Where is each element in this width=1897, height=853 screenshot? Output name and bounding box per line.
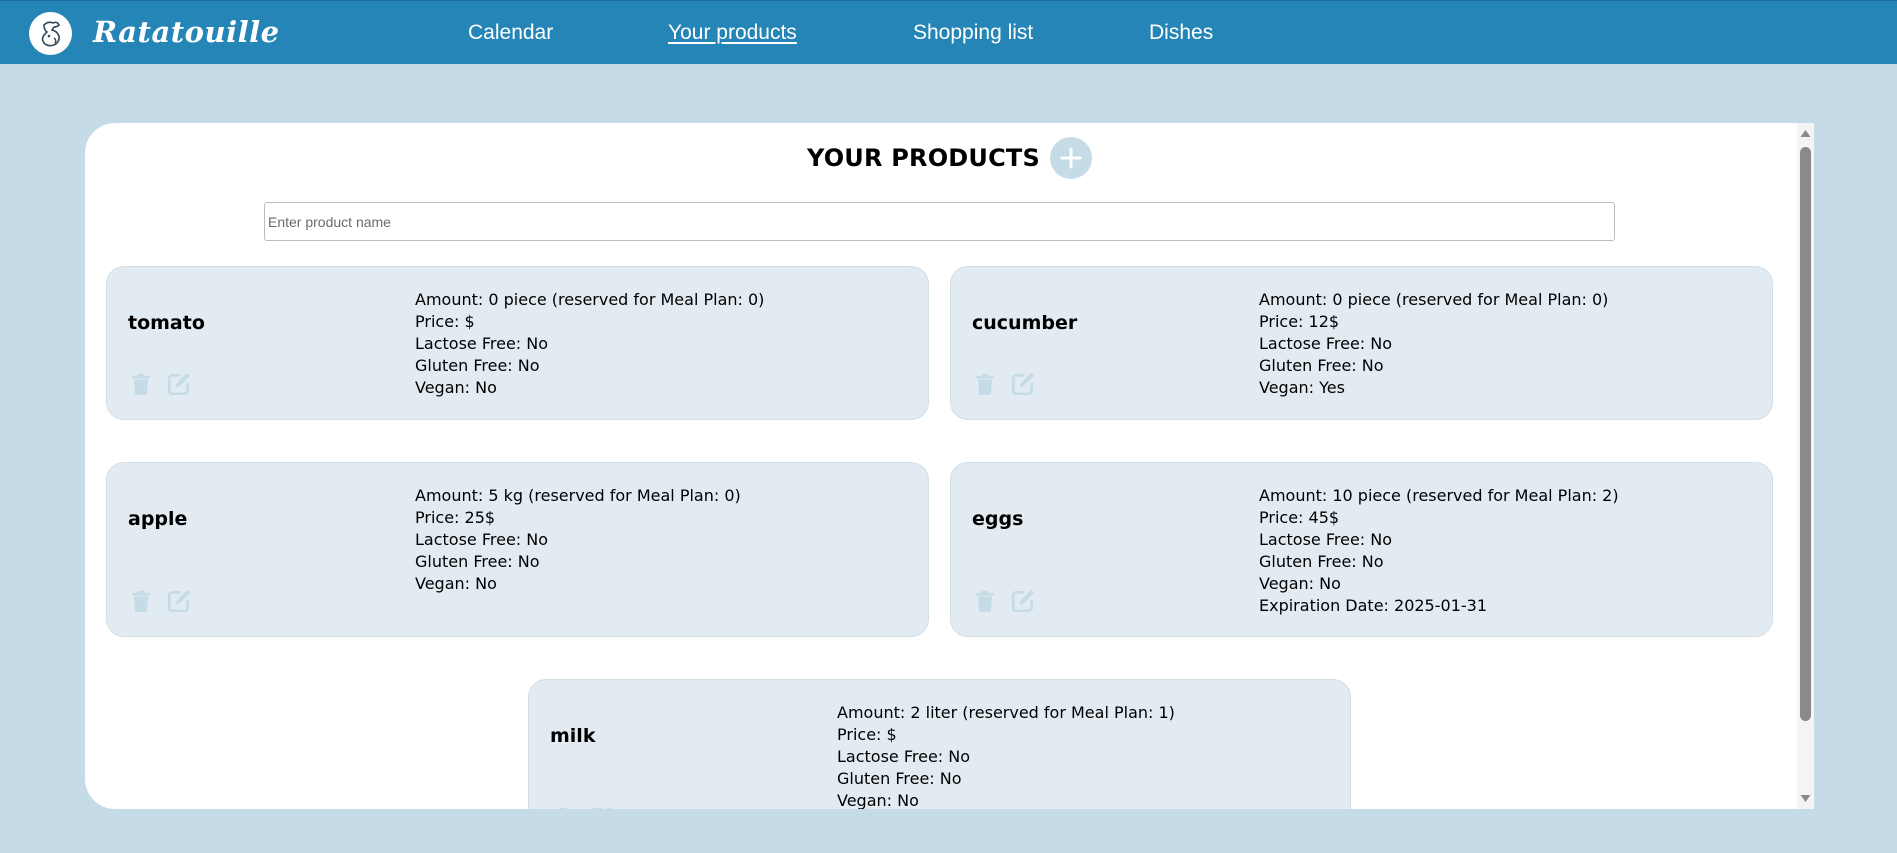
product-name: tomato	[128, 312, 205, 334]
detail-price: Price: 25$	[415, 508, 496, 527]
detail-gluten-free: Gluten Free: No	[1259, 552, 1384, 571]
detail-lactose-free: Lactose Free: No	[415, 530, 549, 549]
card-actions	[972, 588, 1036, 614]
product-card-eggs: eggs Amount: 10 piece (reserved for Meal…	[950, 462, 1773, 637]
detail-expiration-date: Expiration Date: 2025-01-31	[1259, 596, 1487, 615]
detail-vegan: Vegan: No	[1259, 574, 1341, 593]
product-search-input[interactable]	[264, 202, 1615, 241]
title-row: YOUR PRODUCTS	[85, 135, 1814, 181]
product-details: Amount: 0 piece (reserved for Meal Plan:…	[415, 289, 764, 399]
detail-vegan: Vegan: No	[415, 574, 497, 593]
product-details: Amount: 2 liter (reserved for Meal Plan:…	[837, 702, 1175, 809]
trash-icon[interactable]	[128, 588, 154, 614]
chef-rat-logo-icon	[41, 21, 60, 46]
product-name: milk	[550, 725, 596, 747]
product-name: apple	[128, 508, 188, 530]
detail-gluten-free: Gluten Free: No	[415, 356, 540, 375]
detail-lactose-free: Lactose Free: No	[415, 334, 549, 353]
card-actions	[128, 371, 192, 397]
nav-link-your-products[interactable]: Your products	[668, 21, 797, 45]
detail-price: Price: $	[415, 312, 475, 331]
edit-icon[interactable]	[1010, 371, 1036, 397]
edit-icon[interactable]	[588, 805, 614, 809]
product-details: Amount: 5 kg (reserved for Meal Plan: 0)…	[415, 485, 741, 595]
scroll-thumb[interactable]	[1800, 147, 1811, 721]
trash-icon[interactable]	[128, 371, 154, 397]
trash-icon[interactable]	[550, 805, 576, 809]
detail-price: Price: 45$	[1259, 508, 1340, 527]
product-card-tomato: tomato Amount: 0 piece (reserved for Mea…	[106, 266, 929, 420]
product-card-milk: milk Amount: 2 liter (reserved for Meal …	[528, 679, 1351, 809]
detail-lactose-free: Lactose Free: No	[837, 747, 971, 766]
product-name: eggs	[972, 508, 1024, 530]
detail-gluten-free: Gluten Free: No	[415, 552, 540, 571]
product-details: Amount: 0 piece (reserved for Meal Plan:…	[1259, 289, 1608, 399]
product-details: Amount: 10 piece (reserved for Meal Plan…	[1259, 485, 1619, 617]
panel-scrollbar[interactable]	[1797, 123, 1814, 809]
card-actions	[972, 371, 1036, 397]
nav-link-shopping-list[interactable]: Shopping list	[913, 21, 1033, 45]
detail-price: Price: $	[837, 725, 897, 744]
product-card-cucumber: cucumber Amount: 0 piece (reserved for M…	[950, 266, 1773, 420]
detail-vegan: Vegan: Yes	[1259, 378, 1345, 397]
scroll-up-arrow-icon[interactable]	[1800, 129, 1811, 138]
edit-icon[interactable]	[166, 588, 192, 614]
detail-price: Price: 12$	[1259, 312, 1340, 331]
edit-icon[interactable]	[166, 371, 192, 397]
detail-amount: Amount: 2 liter (reserved for Meal Plan:…	[837, 703, 1175, 722]
detail-amount: Amount: 0 piece (reserved for Meal Plan:…	[1259, 290, 1609, 309]
product-name: cucumber	[972, 312, 1078, 334]
detail-amount: Amount: 5 kg (reserved for Meal Plan: 0)	[415, 486, 741, 505]
trash-icon[interactable]	[972, 588, 998, 614]
top-navbar: Ratatouille Calendar Your products Shopp…	[0, 0, 1897, 64]
detail-vegan: Vegan: No	[415, 378, 497, 397]
detail-gluten-free: Gluten Free: No	[1259, 356, 1384, 375]
scroll-down-arrow-icon[interactable]	[1800, 794, 1811, 803]
plus-icon	[1060, 147, 1082, 169]
detail-lactose-free: Lactose Free: No	[1259, 334, 1393, 353]
detail-amount: Amount: 10 piece (reserved for Meal Plan…	[1259, 486, 1619, 505]
edit-icon[interactable]	[1010, 588, 1036, 614]
detail-lactose-free: Lactose Free: No	[1259, 530, 1393, 549]
add-product-button[interactable]	[1050, 137, 1092, 179]
nav-link-dishes[interactable]: Dishes	[1149, 21, 1213, 45]
products-panel: YOUR PRODUCTS tomato Amount: 0 piece (re…	[85, 123, 1814, 809]
brand-name[interactable]: Ratatouille	[93, 15, 280, 49]
detail-amount: Amount: 0 piece (reserved for Meal Plan:…	[415, 290, 765, 309]
detail-vegan: Vegan: No	[837, 791, 919, 809]
logo[interactable]	[29, 12, 72, 55]
nav-link-calendar[interactable]: Calendar	[468, 21, 553, 45]
trash-icon[interactable]	[972, 371, 998, 397]
product-card-apple: apple Amount: 5 kg (reserved for Meal Pl…	[106, 462, 929, 637]
detail-gluten-free: Gluten Free: No	[837, 769, 962, 788]
card-actions	[550, 805, 614, 809]
card-actions	[128, 588, 192, 614]
page-title: YOUR PRODUCTS	[806, 144, 1040, 172]
